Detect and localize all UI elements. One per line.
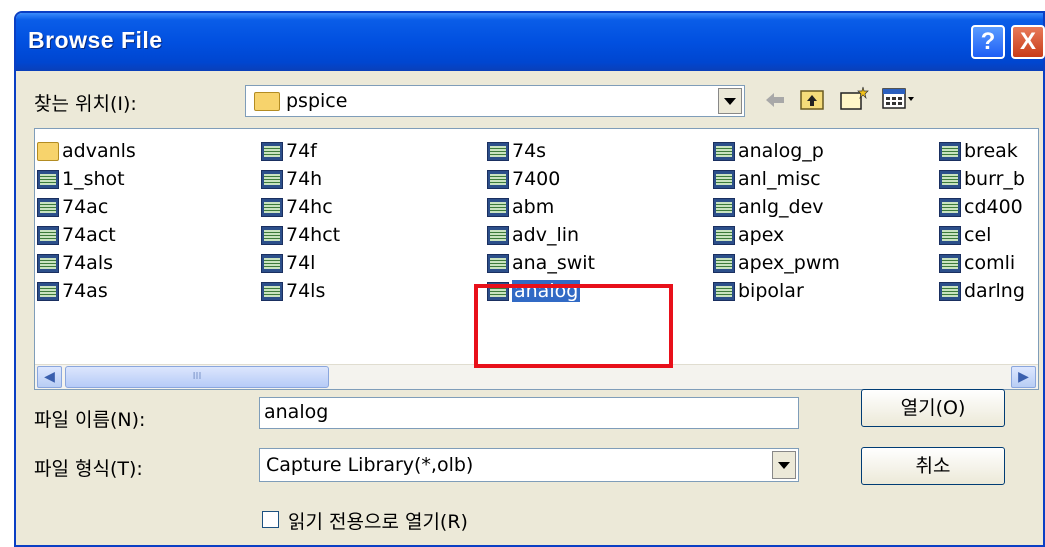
lookin-value: pspice xyxy=(286,90,348,112)
file-item[interactable]: 74as xyxy=(37,277,108,305)
library-file-icon xyxy=(487,197,509,217)
file-item[interactable]: 74act xyxy=(37,221,116,249)
file-item[interactable]: 74als xyxy=(37,249,113,277)
lookin-dropdown-button[interactable] xyxy=(718,88,742,114)
file-item[interactable]: break xyxy=(939,137,1018,165)
library-file-icon xyxy=(939,197,961,217)
file-item[interactable]: 74ls xyxy=(261,277,325,305)
dialog-title: Browse File xyxy=(28,27,163,53)
file-item[interactable]: comli xyxy=(939,249,1015,277)
library-file-icon xyxy=(487,253,509,273)
file-item[interactable]: 74hct xyxy=(261,221,340,249)
file-item[interactable]: anlg_dev xyxy=(713,193,824,221)
file-item[interactable]: 74f xyxy=(261,137,317,165)
file-item[interactable]: 74h xyxy=(261,165,322,193)
library-file-icon xyxy=(713,197,735,217)
filetype-value: Capture Library(*,olb) xyxy=(266,454,474,476)
file-item[interactable]: 74s xyxy=(487,137,546,165)
library-file-icon xyxy=(37,253,59,273)
filename-label: 파일 이름(N): xyxy=(34,409,146,431)
library-file-icon xyxy=(261,141,283,161)
library-file-icon xyxy=(939,281,961,301)
folder-item-advanls[interactable]: advanls xyxy=(37,137,136,165)
file-item[interactable]: cel xyxy=(939,221,991,249)
file-item[interactable]: anl_misc xyxy=(713,165,821,193)
readonly-checkbox[interactable] xyxy=(262,511,279,528)
library-file-icon xyxy=(261,197,283,217)
file-item[interactable]: abm xyxy=(487,193,554,221)
library-file-icon xyxy=(261,169,283,189)
open-button[interactable]: 열기(O) xyxy=(861,389,1005,427)
back-arrow-icon[interactable] xyxy=(764,91,786,109)
filetype-label: 파일 형식(T): xyxy=(34,458,143,480)
library-file-icon xyxy=(37,169,59,189)
file-item[interactable]: cd400 xyxy=(939,193,1023,221)
library-file-icon xyxy=(713,169,735,189)
filetype-combobox[interactable]: Capture Library(*,olb) xyxy=(259,448,799,482)
file-item[interactable]: burr_b xyxy=(939,165,1025,193)
lookin-combobox[interactable]: pspice xyxy=(245,85,745,117)
cancel-button[interactable]: 취소 xyxy=(861,447,1005,485)
filetype-dropdown-button[interactable] xyxy=(772,451,796,479)
library-file-icon xyxy=(487,141,509,161)
library-file-icon xyxy=(487,225,509,245)
library-file-icon xyxy=(939,141,961,161)
browse-file-dialog: Browse File ? X 찾는 위치(I): pspice advanls… xyxy=(14,11,1045,547)
filename-input[interactable]: analog xyxy=(259,397,799,429)
file-item[interactable]: ana_swit xyxy=(487,249,595,277)
readonly-label[interactable]: 읽기 전용으로 열기(R) xyxy=(288,507,468,534)
library-file-icon xyxy=(487,169,509,189)
file-item[interactable]: apex xyxy=(713,221,784,249)
scroll-left-button[interactable]: ◀ xyxy=(37,366,62,388)
up-folder-icon[interactable] xyxy=(799,87,825,111)
title-bar[interactable]: Browse File ? X xyxy=(16,13,1045,71)
library-file-icon xyxy=(713,281,735,301)
help-button[interactable]: ? xyxy=(971,25,1005,59)
library-file-icon xyxy=(37,225,59,245)
library-file-icon xyxy=(261,281,283,301)
library-file-icon xyxy=(939,225,961,245)
scroll-right-button[interactable]: ▶ xyxy=(1011,366,1036,388)
folder-icon xyxy=(254,92,280,111)
library-file-icon xyxy=(261,225,283,245)
view-menu-icon[interactable] xyxy=(882,88,916,110)
library-file-icon xyxy=(939,169,961,189)
file-item[interactable]: adv_lin xyxy=(487,221,579,249)
file-item[interactable]: darlng xyxy=(939,277,1025,305)
file-item[interactable]: analog_p xyxy=(713,137,824,165)
folder-icon xyxy=(37,141,59,161)
file-item[interactable]: 74hc xyxy=(261,193,333,221)
file-item[interactable]: 74ac xyxy=(37,193,108,221)
new-folder-icon[interactable] xyxy=(839,85,869,111)
file-item[interactable]: 1_shot xyxy=(37,165,125,193)
lookin-label: 찾는 위치(I): xyxy=(34,93,137,115)
file-item[interactable]: 7400 xyxy=(487,165,560,193)
file-item[interactable]: apex_pwm xyxy=(713,249,840,277)
file-item[interactable]: 74l xyxy=(261,249,315,277)
library-file-icon xyxy=(37,197,59,217)
library-file-icon xyxy=(713,141,735,161)
library-file-icon xyxy=(713,253,735,273)
file-item[interactable]: bipolar xyxy=(713,277,804,305)
library-file-icon xyxy=(713,225,735,245)
library-file-icon xyxy=(261,253,283,273)
scrollbar-thumb[interactable]: III xyxy=(65,366,329,388)
close-button[interactable]: X xyxy=(1011,25,1045,59)
library-file-icon xyxy=(37,281,59,301)
highlight-box xyxy=(474,284,673,368)
library-file-icon xyxy=(939,253,961,273)
